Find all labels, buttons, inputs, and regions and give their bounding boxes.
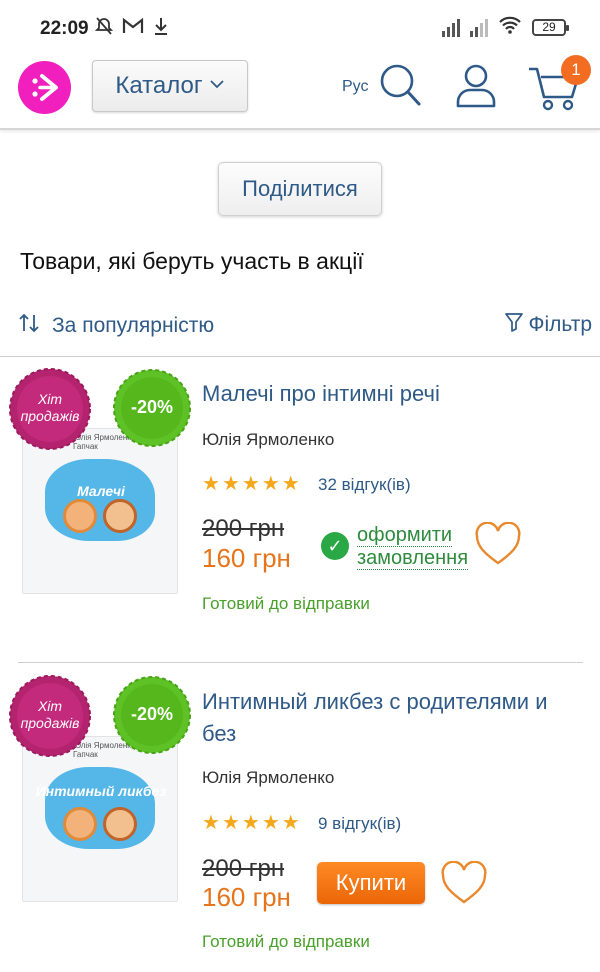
- hit-badge: Хіт продажів: [8, 674, 92, 758]
- signal-icon: [442, 18, 460, 37]
- product-cover-image[interactable]: Юлія Ярмоленко Мар'яна Гапчак Интимный л…: [22, 736, 178, 902]
- cart-count-badge: 1: [561, 55, 591, 85]
- product-cover-image[interactable]: Юлія Ярмоленко Мар'яна Гапчак Малечі: [22, 428, 178, 594]
- gmail-icon: [122, 17, 144, 40]
- order-link[interactable]: оформити замовлення: [357, 524, 469, 570]
- new-price: 160 грн: [202, 543, 291, 573]
- catalog-button[interactable]: Каталог: [92, 60, 248, 112]
- cover-illustration: [103, 499, 137, 533]
- star-icon: ★: [261, 812, 280, 834]
- wishlist-heart-icon[interactable]: [440, 860, 488, 910]
- reviews-link[interactable]: 32 відгук(ів): [318, 475, 411, 495]
- star-icon: ★: [241, 473, 260, 495]
- star-icon: ★: [202, 473, 220, 495]
- cover-illustration: [63, 499, 97, 533]
- availability-status: Готовий до відправки: [202, 932, 370, 951]
- battery-icon: 29: [532, 19, 569, 36]
- star-icon: ★: [281, 812, 300, 834]
- reviews-link[interactable]: 9 відгук(ів): [318, 814, 401, 834]
- status-system-icons: 29: [442, 16, 569, 39]
- language-switch[interactable]: Рус: [342, 78, 369, 96]
- discount-label: -20%: [130, 397, 174, 417]
- divider: [0, 356, 600, 357]
- discount-label: -20%: [130, 704, 174, 724]
- app-header: Каталог Рус 1: [0, 52, 600, 130]
- rating-stars: ★ ★ ★ ★ ★: [202, 813, 300, 833]
- filter-label: Фільтр: [528, 312, 592, 336]
- discount-badge: -20%: [112, 675, 192, 755]
- availability-status: Готовий до відправки: [202, 594, 370, 613]
- wishlist-heart-icon[interactable]: [474, 521, 522, 571]
- order-link-line2: замовлення: [357, 547, 469, 570]
- product-author[interactable]: Юлія Ярмоленко: [202, 430, 334, 450]
- page-title: Товари, які беруть участь в акції: [20, 248, 364, 274]
- product-title[interactable]: Малечі про інтимні речі: [202, 378, 587, 410]
- cover-illustration: [63, 807, 97, 841]
- hit-badge-label: Хіт продажів: [20, 391, 80, 424]
- buy-button[interactable]: Купити: [317, 862, 425, 904]
- cover-title: Малечі: [77, 483, 125, 499]
- star-icon: ★: [221, 812, 240, 834]
- filter-control[interactable]: Фільтр: [504, 312, 592, 337]
- signal-icon: [470, 18, 488, 37]
- status-bar: 22:09 29: [0, 0, 600, 52]
- order-link-line1: оформити: [357, 524, 453, 547]
- star-icon: ★: [241, 812, 260, 834]
- old-price: 200 грн: [202, 515, 285, 542]
- cover-title: Интимный ликбез: [35, 783, 167, 799]
- chevron-down-icon: [209, 77, 225, 95]
- cover-illustration: [45, 767, 155, 849]
- star-icon: ★: [202, 812, 220, 834]
- sort-label: За популярністю: [52, 313, 215, 337]
- new-price: 160 грн: [202, 882, 291, 912]
- sort-arrows-icon: [18, 312, 40, 339]
- hit-badge: Хіт продажів: [8, 367, 92, 451]
- download-icon: [152, 16, 170, 41]
- status-time: 22:09: [40, 18, 89, 39]
- product-author[interactable]: Юлія Ярмоленко: [202, 768, 334, 788]
- logo-icon[interactable]: [18, 61, 71, 114]
- old-price: 200 грн: [202, 855, 285, 882]
- cover-illustration: [45, 459, 155, 541]
- star-icon: ★: [221, 473, 240, 495]
- sort-control[interactable]: За популярністю: [18, 312, 214, 339]
- cover-illustration: [103, 807, 137, 841]
- user-icon[interactable]: [455, 62, 497, 113]
- discount-badge: -20%: [112, 368, 192, 448]
- product-title[interactable]: Интимный ликбез с родителями и без: [202, 686, 587, 750]
- star-icon: ★: [281, 473, 300, 495]
- alarm-off-icon: [94, 16, 114, 41]
- catalog-label: Каталог: [115, 72, 203, 99]
- star-icon: ★: [261, 473, 280, 495]
- status-notification-icons: [94, 16, 170, 41]
- share-button[interactable]: Поділитися: [218, 162, 382, 216]
- filter-icon: [504, 312, 523, 337]
- rating-stars: ★ ★ ★ ★ ★: [202, 474, 300, 494]
- search-icon[interactable]: [378, 62, 422, 113]
- divider: [18, 662, 583, 663]
- wifi-icon: [498, 16, 522, 39]
- check-icon: ✓: [321, 532, 349, 560]
- hit-badge-label: Хіт продажів: [20, 698, 80, 731]
